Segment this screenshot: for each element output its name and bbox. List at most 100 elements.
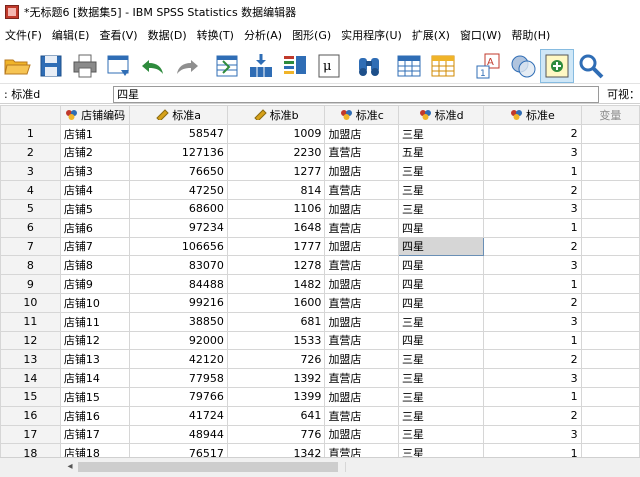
- row-number[interactable]: 10: [0, 292, 61, 313]
- find-button[interactable]: [352, 49, 386, 83]
- data-cell[interactable]: 直营店: [324, 405, 400, 426]
- data-cell[interactable]: 641: [226, 405, 326, 426]
- scrollbar-track[interactable]: [345, 462, 635, 472]
- empty-cell[interactable]: [580, 123, 640, 144]
- print-button[interactable]: [68, 49, 102, 83]
- empty-cell[interactable]: [580, 161, 640, 182]
- data-cell[interactable]: 加盟店: [324, 236, 400, 257]
- column-header-empty-var[interactable]: 变量: [580, 105, 640, 125]
- data-cell[interactable]: 直营店: [324, 368, 400, 388]
- data-cell[interactable]: 四星: [398, 292, 485, 313]
- column-header-c[interactable]: 标准c: [324, 105, 400, 125]
- data-cell[interactable]: 2: [483, 180, 582, 200]
- data-cell[interactable]: 店铺9: [59, 274, 131, 294]
- data-cell[interactable]: 直营店: [324, 142, 400, 163]
- menu-transform[interactable]: 转换(T): [192, 26, 239, 46]
- selected-cell[interactable]: 四星: [398, 236, 485, 257]
- data-cell[interactable]: 76517: [129, 443, 228, 457]
- data-cell[interactable]: 三星: [398, 443, 485, 457]
- scrollbar-thumb[interactable]: [78, 462, 338, 472]
- menu-file[interactable]: 文件(F): [0, 26, 47, 46]
- cell-value-input[interactable]: 四星: [113, 85, 599, 103]
- empty-cell[interactable]: [580, 405, 640, 426]
- row-number[interactable]: 1: [0, 123, 61, 144]
- empty-cell[interactable]: [580, 142, 640, 163]
- data-cell[interactable]: 1600: [226, 292, 326, 313]
- data-cell[interactable]: 1342: [226, 443, 326, 457]
- data-cell[interactable]: 681: [226, 311, 326, 332]
- data-cell[interactable]: 五星: [398, 142, 485, 163]
- row-number[interactable]: 6: [0, 217, 61, 238]
- data-cell[interactable]: 2: [483, 405, 582, 426]
- data-cell[interactable]: 3: [483, 142, 582, 163]
- data-cell[interactable]: 直营店: [324, 255, 400, 276]
- data-cell[interactable]: 三星: [398, 180, 485, 200]
- column-header-shopcode[interactable]: 店铺编码: [59, 105, 131, 125]
- data-cell[interactable]: 三星: [398, 123, 485, 144]
- data-cell[interactable]: 加盟店: [324, 161, 400, 182]
- data-cell[interactable]: 店铺3: [59, 161, 131, 182]
- data-cell[interactable]: 41724: [129, 405, 228, 426]
- weight-cases-button[interactable]: [506, 49, 540, 83]
- variables-button[interactable]: [278, 49, 312, 83]
- data-cell[interactable]: 四星: [398, 274, 485, 294]
- data-cell[interactable]: 三星: [398, 198, 485, 219]
- data-cell[interactable]: 3: [483, 424, 582, 445]
- data-cell[interactable]: 1: [483, 330, 582, 351]
- data-cell[interactable]: 店铺8: [59, 255, 131, 276]
- data-cell[interactable]: 97234: [129, 217, 228, 238]
- data-cell[interactable]: 四星: [398, 217, 485, 238]
- data-cell[interactable]: 1777: [226, 236, 326, 257]
- data-cell[interactable]: 店铺4: [59, 180, 131, 200]
- data-cell[interactable]: 加盟店: [324, 198, 400, 219]
- column-header-e[interactable]: 标准e: [483, 105, 582, 125]
- run-descriptives-button[interactable]: μ: [312, 49, 346, 83]
- undo-button[interactable]: [136, 49, 170, 83]
- horizontal-scrollbar[interactable]: ◂: [0, 457, 640, 477]
- empty-cell[interactable]: [580, 217, 640, 238]
- data-cell[interactable]: 726: [226, 349, 326, 370]
- select-cases-button[interactable]: [540, 48, 574, 83]
- empty-cell[interactable]: [580, 443, 640, 457]
- data-cell[interactable]: 三星: [398, 424, 485, 445]
- data-cell[interactable]: 1: [483, 274, 582, 294]
- row-number[interactable]: 2: [0, 142, 61, 163]
- data-cell[interactable]: 776: [226, 424, 326, 445]
- data-cell[interactable]: 99216: [129, 292, 228, 313]
- row-number[interactable]: 8: [0, 255, 61, 276]
- data-cell[interactable]: 三星: [398, 386, 485, 407]
- open-button[interactable]: [0, 49, 34, 83]
- data-cell[interactable]: 三星: [398, 349, 485, 370]
- menu-extensions[interactable]: 扩展(X): [407, 26, 455, 46]
- data-cell[interactable]: 42120: [129, 349, 228, 370]
- split-file-button[interactable]: A1: [472, 49, 506, 83]
- data-cell[interactable]: 加盟店: [324, 123, 400, 144]
- data-cell[interactable]: 1278: [226, 255, 326, 276]
- data-cell[interactable]: 1392: [226, 368, 326, 388]
- data-cell[interactable]: 店铺5: [59, 198, 131, 219]
- data-cell[interactable]: 店铺17: [59, 424, 131, 445]
- data-cell[interactable]: 1106: [226, 198, 326, 219]
- menu-data[interactable]: 数据(D): [143, 26, 192, 46]
- empty-cell[interactable]: [580, 368, 640, 388]
- data-cell[interactable]: 1: [483, 443, 582, 457]
- data-cell[interactable]: 1: [483, 386, 582, 407]
- data-cell[interactable]: 店铺15: [59, 386, 131, 407]
- data-cell[interactable]: 店铺10: [59, 292, 131, 313]
- data-cell[interactable]: 直营店: [324, 443, 400, 457]
- menu-help[interactable]: 帮助(H): [506, 26, 555, 46]
- data-cell[interactable]: 83070: [129, 255, 228, 276]
- data-cell[interactable]: 三星: [398, 405, 485, 426]
- data-cell[interactable]: 店铺7: [59, 236, 131, 257]
- data-cell[interactable]: 店铺1: [59, 123, 131, 144]
- data-cell[interactable]: 1277: [226, 161, 326, 182]
- data-cell[interactable]: 58547: [129, 123, 228, 144]
- goto-variable-button[interactable]: [244, 49, 278, 83]
- data-cell[interactable]: 店铺6: [59, 217, 131, 238]
- save-button[interactable]: [34, 49, 68, 83]
- menu-window[interactable]: 窗口(W): [455, 26, 506, 46]
- data-cell[interactable]: 三星: [398, 161, 485, 182]
- menu-analyze[interactable]: 分析(A): [239, 26, 287, 46]
- data-cell[interactable]: 加盟店: [324, 274, 400, 294]
- data-cell[interactable]: 直营店: [324, 330, 400, 351]
